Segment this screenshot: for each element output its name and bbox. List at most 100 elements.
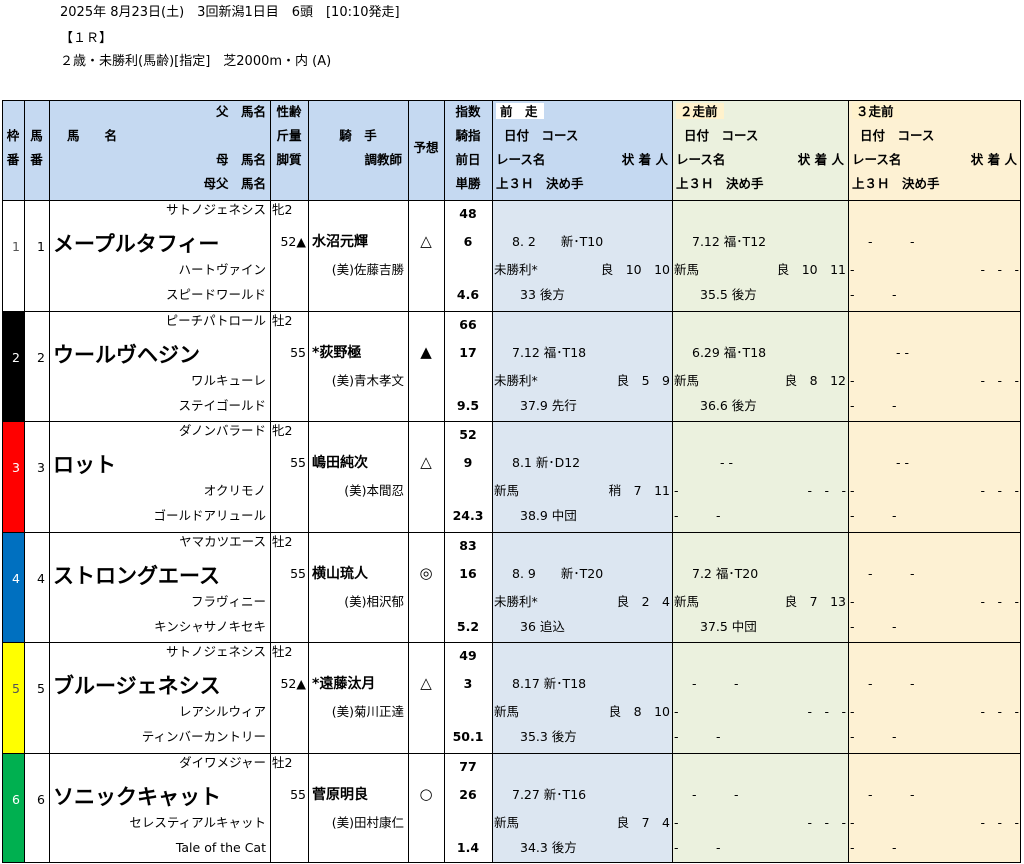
prediction-mark: ○ bbox=[419, 784, 433, 803]
header-sex: 性齢 bbox=[276, 104, 302, 119]
grid-hline bbox=[2, 752, 1021, 754]
race1-result: 良 7 4 bbox=[616, 814, 670, 830]
grid-vline bbox=[49, 100, 50, 863]
race3-date-course: - - bbox=[868, 565, 915, 581]
race-date-line: 2025年 8月23日(土) 3回新潟1日目 6頭 [10:10発走] bbox=[60, 5, 400, 20]
grid-vline bbox=[308, 100, 309, 863]
race1-title: 前 走 bbox=[500, 104, 538, 119]
horse-name: ロット bbox=[53, 453, 116, 477]
race2-date-course: 7.2 福･T20 bbox=[692, 565, 759, 581]
race2-last3f: - - bbox=[674, 839, 721, 855]
race1-result: 良 2 4 bbox=[616, 593, 670, 609]
sex-age: 牡2 bbox=[272, 533, 293, 549]
race2-header-date-course: 日付 コース bbox=[684, 128, 759, 143]
header-yoso: 予想 bbox=[413, 140, 439, 155]
sex-age: 牝2 bbox=[272, 202, 293, 217]
jockey-index: 17 bbox=[459, 344, 477, 360]
waku-number: 4 bbox=[12, 570, 20, 586]
grid-vline bbox=[672, 100, 673, 863]
waku-color-2 bbox=[2, 310, 24, 421]
horse-number: 3 bbox=[37, 460, 45, 475]
trainer-name: (美)田村康仁 bbox=[331, 814, 404, 830]
weight: 52▲ bbox=[280, 234, 306, 249]
speed-index: 49 bbox=[459, 648, 477, 663]
header-horse-name: 馬 名 bbox=[67, 128, 118, 143]
trainer-name: (美)佐藤吉勝 bbox=[331, 262, 404, 277]
prediction-mark: △ bbox=[420, 453, 432, 471]
weight: 52▲ bbox=[280, 676, 306, 691]
dam-name: オクリモノ bbox=[203, 483, 266, 498]
weight: 55 bbox=[290, 565, 306, 581]
sire-name: ダイワメジャー bbox=[179, 754, 266, 770]
race3-last3f: - - bbox=[850, 618, 897, 634]
grid-vline bbox=[2, 100, 3, 863]
header-waku-2: 番 bbox=[6, 152, 20, 167]
horse-name: ソニックキャット bbox=[53, 784, 221, 809]
race2-date-course: - - bbox=[692, 676, 739, 691]
race1-header-date-course: 日付 コース bbox=[504, 128, 579, 143]
jockey-name: 横山琉人 bbox=[312, 565, 368, 582]
race3-header-result: 状 着 人 bbox=[970, 152, 1017, 167]
damsire-name: ステイゴールド bbox=[178, 397, 266, 413]
race3-last3f: - - bbox=[850, 729, 897, 744]
jockey-name: 水沼元輝 bbox=[312, 234, 368, 250]
horse-number: 6 bbox=[37, 791, 45, 807]
race3-date-course: - - bbox=[868, 234, 915, 249]
waku-color-6 bbox=[2, 752, 24, 863]
race3-last3f: - - bbox=[850, 397, 897, 413]
grid-vline bbox=[1020, 100, 1021, 863]
race1-date-course: 7.27 新･T16 bbox=[512, 786, 587, 802]
grid-vline bbox=[848, 100, 849, 863]
header-uma-2: 番 bbox=[30, 152, 43, 167]
race-number: 【１Ｒ】 bbox=[60, 31, 113, 46]
race3-date-course: - - bbox=[896, 455, 909, 470]
sire-name: ダノンバラード bbox=[178, 423, 266, 438]
trainer-name: (美)本間忍 bbox=[344, 483, 404, 498]
waku-color-1 bbox=[2, 200, 24, 311]
header-index-1: 騎指 bbox=[455, 128, 481, 143]
grid-hline bbox=[2, 421, 1021, 422]
grid-vline bbox=[270, 100, 271, 863]
win-odds: 5.2 bbox=[456, 618, 480, 634]
race3-header-last3f: 上３Ｈ 決め手 bbox=[852, 176, 940, 191]
sex-age: 牡2 bbox=[272, 754, 293, 770]
dam-name: レアシルウィア bbox=[178, 704, 266, 719]
race1-last3f: 37.9 先行 bbox=[520, 397, 577, 413]
sire-name: ピーチパトロール bbox=[165, 312, 266, 328]
race1-last3f: 36 追込 bbox=[520, 618, 565, 634]
win-odds: 24.3 bbox=[452, 508, 484, 523]
prediction-mark: ◎ bbox=[419, 563, 433, 582]
entry-table: 枠番馬番 父 馬名馬 名母 馬名 母父 馬名 性齢 斤量 脚質 騎 手調教師 予想 指数 騎指 前日… bbox=[2, 100, 1021, 863]
race3-header-date-course: 日付 コース bbox=[860, 128, 935, 143]
damsire-name: キンシャサノキセキ bbox=[154, 618, 266, 634]
grid-vline bbox=[408, 100, 409, 863]
race2-header-result: 状 着 人 bbox=[797, 152, 844, 167]
sex-age: 牡2 bbox=[272, 644, 293, 659]
header-trainer: 調教師 bbox=[364, 152, 402, 167]
jockey-name: *荻野極 bbox=[312, 344, 362, 361]
race3-last3f: - - bbox=[850, 287, 897, 302]
horse-name: ウールヴヘジン bbox=[53, 342, 200, 367]
sex-age: 牡2 bbox=[272, 312, 293, 328]
race2-result: - - - bbox=[807, 483, 846, 498]
race1-last3f: 34.3 後方 bbox=[520, 839, 577, 855]
weight: 55 bbox=[290, 344, 306, 360]
race1-date-course: 8. 9 新･T20 bbox=[512, 565, 604, 581]
grid-hline bbox=[2, 200, 1021, 201]
race1-header-result: 状 着 人 bbox=[621, 152, 668, 167]
trainer-name: (美)青木孝文 bbox=[331, 372, 404, 388]
horse-number: 1 bbox=[37, 239, 45, 254]
trainer-name: (美)相沢郁 bbox=[344, 593, 404, 609]
speed-index: 66 bbox=[459, 316, 477, 332]
race2-last3f: 37.5 中団 bbox=[700, 618, 757, 634]
race1-date-course: 8. 2 新･T10 bbox=[512, 234, 604, 249]
jockey-index: 26 bbox=[459, 786, 477, 802]
race1-result: 良 8 10 bbox=[608, 704, 670, 719]
grid-hline bbox=[2, 310, 1021, 312]
waku-number: 6 bbox=[12, 791, 20, 807]
prediction-mark: ▲ bbox=[420, 342, 432, 361]
dam-name: ハートヴァイン bbox=[178, 262, 266, 277]
race1-result: 稍 7 11 bbox=[608, 483, 670, 498]
race2-header-last3f: 上３Ｈ 決め手 bbox=[676, 176, 764, 191]
race2-result: - - - bbox=[807, 704, 846, 719]
